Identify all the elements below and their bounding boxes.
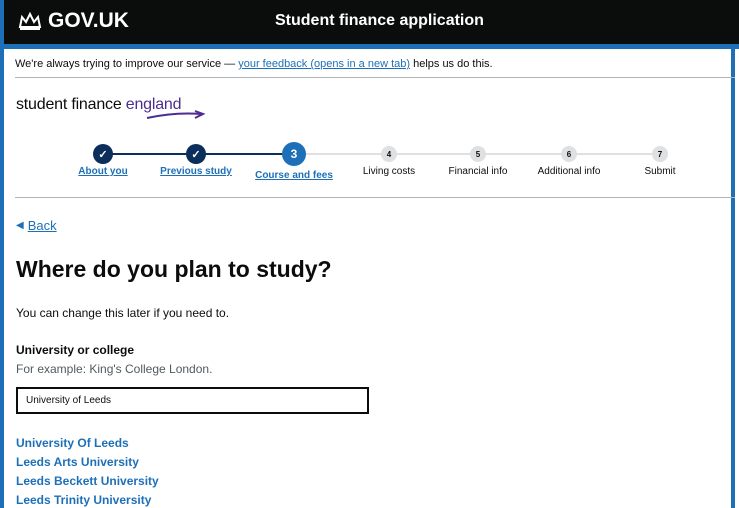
feedback-suffix: helps us do this.	[410, 58, 493, 70]
step-4-indicator: 4	[381, 146, 397, 162]
step-connector	[294, 153, 389, 155]
step-connector	[569, 153, 660, 155]
university-input[interactable]: University of Leeds	[16, 387, 369, 414]
feedback-link[interactable]: your feedback (opens in a new tab)	[238, 58, 410, 70]
suggestion-item[interactable]: Leeds Arts University	[16, 455, 139, 469]
step-6-indicator: 6	[561, 146, 577, 162]
back-label: Back	[27, 218, 57, 233]
step-3-indicator: 3	[282, 142, 306, 166]
page-title: Where do you plan to study?	[16, 256, 332, 282]
step-2-indicator[interactable]: ✓	[186, 144, 206, 164]
feedback-banner: We're always trying to improve our servi…	[15, 58, 493, 70]
step-3-label[interactable]: Course and fees	[255, 170, 333, 181]
divider	[15, 197, 735, 198]
step-6-label: Additional info	[537, 166, 601, 177]
divider	[15, 77, 735, 78]
govuk-logo[interactable]: GOV.UK	[18, 9, 129, 33]
service-name[interactable]: Student finance application	[275, 12, 484, 30]
step-connector	[389, 153, 478, 155]
step-4-label: Living costs	[362, 166, 416, 177]
swoosh-icon	[146, 110, 205, 119]
step-7-indicator: 7	[652, 146, 668, 162]
step-connector	[196, 153, 294, 155]
header-accent-bar	[0, 44, 739, 49]
step-1-label[interactable]: About you	[78, 166, 127, 177]
step-5-label: Financial info	[448, 166, 508, 177]
logo-text: GOV.UK	[48, 9, 129, 32]
suggestion-item[interactable]: Leeds Trinity University	[16, 493, 151, 507]
step-connector	[103, 153, 196, 155]
triangle-left-icon: ◀	[16, 220, 24, 231]
back-link[interactable]: ◀ Back	[16, 218, 57, 233]
intro-text: You can change this later if you need to…	[16, 306, 230, 320]
field-hint: For example: King's College London.	[16, 362, 213, 376]
feedback-prefix: We're always trying to improve our servi…	[15, 58, 239, 70]
suggestion-item[interactable]: Leeds Beckett University	[16, 474, 159, 488]
crown-icon	[18, 11, 42, 30]
brand-part1: student finance	[16, 96, 126, 113]
step-5-indicator: 5	[470, 146, 486, 162]
field-label: University or college	[16, 343, 135, 357]
step-connector	[478, 153, 569, 155]
header: GOV.UK Student finance application	[0, 0, 739, 44]
step-1-indicator[interactable]: ✓	[93, 144, 113, 164]
step-2-label[interactable]: Previous study	[160, 166, 232, 177]
step-7-label: Submit	[644, 166, 676, 177]
suggestion-item[interactable]: University Of Leeds	[16, 436, 129, 450]
